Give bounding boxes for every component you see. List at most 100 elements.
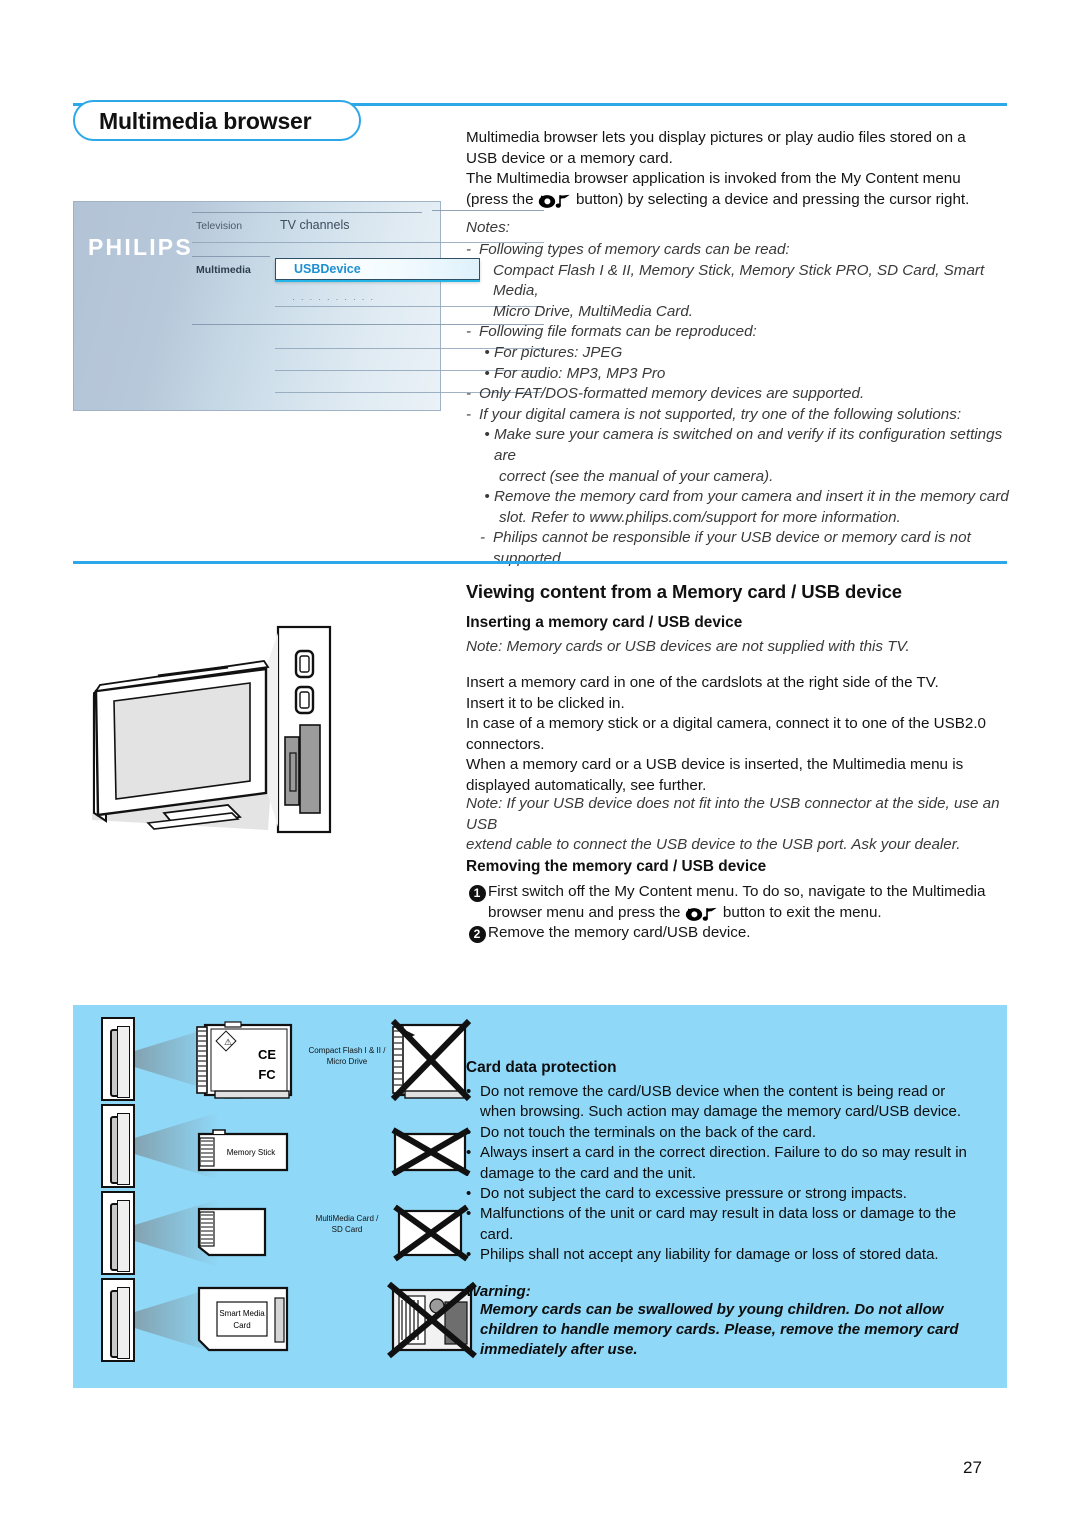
intro-line-2: USB device or a memory card. bbox=[466, 149, 673, 167]
note-text: Remove the memory card from your camera … bbox=[494, 488, 1009, 506]
menu-placeholder-dots: · · · · · · · · · · bbox=[292, 294, 375, 304]
warning-line: immediately after use. bbox=[480, 1341, 638, 1359]
tv-menu-columns: Television TV channels Multimedia USBDev… bbox=[192, 202, 544, 410]
card-slot-icon bbox=[101, 1191, 135, 1275]
card-label-line2: SD Card bbox=[331, 1225, 363, 1234]
insert-line-6: displayed automatically, see further. bbox=[466, 776, 707, 794]
insert-instructions: Insert a memory card in one of the cards… bbox=[466, 673, 1011, 796]
note-text: For pictures: JPEG bbox=[494, 343, 623, 361]
step-number-badge: 2 bbox=[466, 925, 488, 943]
protection-bullet: • Philips shall not accept any liability … bbox=[466, 1245, 991, 1265]
compactflash-card-correct: ⚠ CE FC bbox=[196, 1021, 293, 1099]
note-item: slot. Refer to www.philips.com/support f… bbox=[486, 508, 1014, 529]
card-label-line1: Compact Flash I & II / bbox=[308, 1046, 386, 1055]
bullet-text: Do not touch the terminals on the back o… bbox=[480, 1123, 991, 1143]
memorystick-text: Memory Stick bbox=[227, 1148, 276, 1157]
menu-label-multimedia[interactable]: Multimedia bbox=[196, 264, 251, 276]
bullet-marker: • bbox=[466, 1246, 472, 1264]
step-text: First switch off the My Content menu. To… bbox=[488, 882, 1014, 925]
bullet-marker: • bbox=[466, 1083, 472, 1100]
memorystick-card-wrong bbox=[391, 1127, 471, 1176]
insert-line-3: In case of a memory stick or a digital c… bbox=[466, 715, 987, 732]
smartmedia-card-wrong bbox=[387, 1282, 477, 1359]
menu-item-usbdevice-label: USBDevice bbox=[294, 262, 361, 276]
bullet-text: Always insert a card in the correct dire… bbox=[480, 1143, 991, 1184]
note-marker: • bbox=[484, 364, 490, 382]
note-text: Compact Flash I & II, Memory Stick, Memo… bbox=[493, 261, 985, 300]
note-item: Compact Flash I & II, Memory Stick, Memo… bbox=[480, 261, 1014, 302]
notes-heading: Notes: bbox=[466, 219, 510, 236]
card-label-line2: Micro Drive bbox=[326, 1057, 368, 1066]
bullet-marker: • bbox=[466, 1123, 472, 1141]
step-text-line2b: button to exit the menu. bbox=[718, 903, 882, 921]
note-marker bbox=[486, 508, 499, 529]
note-text: slot. Refer to www.philips.com/support f… bbox=[499, 508, 901, 526]
note-text: Micro Drive, MultiMedia Card. bbox=[493, 302, 694, 320]
bullet-text: Do not remove the card/USB device when t… bbox=[480, 1082, 991, 1123]
intro-line-1: Multimedia browser lets you display pict… bbox=[466, 129, 966, 146]
card-label-line1: MultiMedia Card / bbox=[315, 1214, 379, 1223]
multimedia-button-icon bbox=[685, 905, 719, 926]
intro-line-3: The Multimedia browser application is in… bbox=[466, 170, 961, 187]
note-item: • For audio: MP3, MP3 Pro bbox=[480, 364, 1014, 385]
bullet-line: when browsing. Such action may damage th… bbox=[480, 1103, 962, 1121]
intro-paragraph: Multimedia browser lets you display pict… bbox=[466, 128, 1011, 212]
bullet-line: damage to the card and the unit. bbox=[480, 1164, 696, 1182]
intro-line-4a: (press the bbox=[466, 190, 538, 208]
note-item: - Following file formats can be reproduce… bbox=[466, 322, 1014, 343]
protection-bullet: • Do not subject the card to excessive pr… bbox=[466, 1184, 991, 1204]
card-slot-icon bbox=[101, 1104, 135, 1188]
step-item: 1 First switch off the My Content menu. … bbox=[466, 882, 1014, 925]
menu-label-tv-channels[interactable]: TV channels bbox=[280, 218, 349, 232]
card-data-protection-panel: ⚠ CE FC Compact Flash I & II / Micro Dri… bbox=[73, 1005, 1007, 1388]
note-item: • Remove the memory card from your camera… bbox=[480, 487, 1014, 508]
multimedia-button-icon bbox=[538, 192, 572, 213]
bullet-marker: • bbox=[466, 1205, 472, 1223]
menu-label-television[interactable]: Television bbox=[196, 220, 242, 232]
memorystick-card-correct: Memory Stick bbox=[197, 1129, 289, 1172]
warning-heading: Warning: bbox=[466, 1282, 531, 1300]
bullet-text: Philips shall not accept any liability f… bbox=[480, 1245, 991, 1265]
note-marker bbox=[486, 467, 499, 488]
card-slot-icon bbox=[101, 1278, 135, 1362]
card-illustration-row: Smart Media Card bbox=[93, 1278, 477, 1364]
bullet-line: Do not remove the card/USB device when t… bbox=[480, 1083, 946, 1100]
step-text: Remove the memory card/USB device. bbox=[488, 924, 751, 941]
section-heading: Viewing content from a Memory card / USB… bbox=[466, 581, 902, 602]
note-not-supplied: Note: Memory cards or USB devices are no… bbox=[466, 638, 910, 655]
note-marker: - bbox=[466, 405, 472, 423]
note-text: Make sure your camera is switched on and… bbox=[494, 426, 1003, 464]
menu-item-usbdevice[interactable]: USBDevice bbox=[275, 258, 480, 280]
note-marker: • bbox=[484, 488, 490, 506]
note-marker: - bbox=[466, 241, 472, 258]
note-item: - Following types of memory cards can be … bbox=[466, 240, 1014, 261]
svg-text:⚠: ⚠ bbox=[224, 1037, 232, 1047]
insert-line-4: connectors. bbox=[466, 735, 545, 753]
note-text: If your digital camera is not supported,… bbox=[479, 405, 962, 423]
notes-list: - Following types of memory cards can be … bbox=[466, 240, 1014, 570]
note-usb-extend: Note: If your USB device does not fit in… bbox=[466, 794, 1011, 856]
note-text: For audio: MP3, MP3 Pro bbox=[494, 364, 666, 382]
card-label: Compact Flash I & II / Micro Drive bbox=[305, 1045, 389, 1067]
manual-page: Multimedia browser PHILIPS Television TV… bbox=[0, 0, 1080, 1528]
tv-menu-screenshot: PHILIPS Television TV channels Multimedi… bbox=[73, 201, 544, 411]
protection-bullet: • Malfunctions of the unit or card may re… bbox=[466, 1204, 991, 1245]
smartmedia-text-1: Smart Media bbox=[219, 1309, 265, 1318]
step-number: 1 bbox=[468, 885, 486, 902]
page-number: 27 bbox=[963, 1458, 982, 1477]
protection-bullet: • Do not touch the terminals on the back … bbox=[466, 1123, 991, 1143]
subheading-inserting: Inserting a memory card / USB device bbox=[466, 614, 743, 631]
note-item: correct (see the manual of your camera). bbox=[486, 467, 1014, 488]
svg-text:CE: CE bbox=[258, 1047, 276, 1062]
note-marker bbox=[480, 261, 493, 302]
bullet-line: Always insert a card in the correct dire… bbox=[480, 1144, 967, 1162]
note-item: - If your digital camera is not supported… bbox=[466, 405, 1014, 426]
card-protection-text: Card data protection • Do not remove the … bbox=[466, 1059, 991, 1361]
note-marker bbox=[480, 302, 493, 323]
card-illustration-row: ⚠ CE FC Compact Flash I & II / Micro Dri… bbox=[93, 1017, 472, 1103]
bullet-marker: • bbox=[466, 1144, 472, 1162]
card-illustration-row: MultiMedia Card / SD Card bbox=[93, 1191, 469, 1277]
note-text: Following file formats can be reproduced… bbox=[479, 323, 757, 341]
note-item: • For pictures: JPEG bbox=[480, 343, 1014, 364]
smartmedia-card-correct: Smart Media Card bbox=[197, 1286, 289, 1352]
